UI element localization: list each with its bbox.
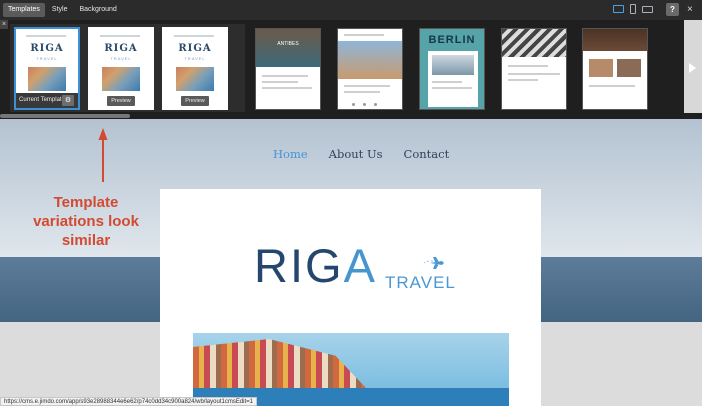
template-title: BERLIN [428, 34, 476, 46]
mobile-landscape-icon[interactable] [642, 5, 653, 13]
template-line [589, 85, 635, 87]
template-line [262, 75, 308, 77]
annotation-line: similar [61, 232, 111, 249]
template-line [508, 73, 560, 75]
logo-subtitle: TRAVEL [385, 273, 456, 292]
berlin-card [428, 51, 478, 107]
template-photo [432, 55, 474, 75]
preview-button[interactable]: Preview [181, 96, 209, 106]
template-line [262, 87, 312, 89]
device-switcher [613, 4, 653, 14]
preview-button[interactable]: Preview [107, 96, 135, 106]
help-button[interactable]: ? [666, 3, 679, 16]
close-strip-button[interactable]: × [0, 20, 8, 29]
mini-logo-sub: TRAVEL [36, 56, 58, 61]
variation-current[interactable]: RIGA TRAVEL Current Template ⚙ [14, 27, 80, 110]
airplane-icon [424, 257, 444, 269]
template-line [508, 65, 548, 67]
mini-photo [176, 67, 214, 91]
template-photo [256, 29, 320, 67]
tab-background[interactable]: Background [74, 3, 121, 17]
status-url: https://cms.e.jimdo.com/app/s93e28988344… [0, 397, 258, 406]
template-thumb-antibes[interactable]: ANTIBES [255, 28, 321, 110]
annotation-arrow [98, 128, 108, 182]
gear-icon[interactable]: ⚙ [62, 95, 74, 106]
tab-templates[interactable]: Templates [3, 3, 45, 17]
mini-nav [26, 35, 66, 37]
carousel-dot[interactable] [363, 103, 366, 106]
carousel-dot[interactable] [374, 103, 377, 106]
template-line [262, 81, 298, 83]
variation-2[interactable]: RIGA TRAVEL Preview [88, 27, 154, 110]
template-photo [583, 29, 647, 51]
chevron-right-icon [689, 63, 696, 73]
current-template-label: Current Template ⚙ [16, 93, 78, 108]
template-photo [589, 59, 613, 77]
template-line [344, 34, 384, 36]
mini-photo [102, 67, 140, 91]
annotation-text: Template variations look similar [32, 193, 140, 250]
template-photo [617, 59, 641, 77]
template-line [344, 85, 390, 87]
tab-style[interactable]: Style [47, 3, 73, 17]
mini-logo: RIGA [178, 43, 212, 54]
template-variations: RIGA TRAVEL Current Template ⚙ RIGA TRAV… [10, 24, 245, 112]
close-editor-button[interactable]: × [687, 3, 693, 16]
logo-text-accent: A [343, 239, 377, 292]
scrollbar-thumb[interactable] [0, 114, 130, 118]
template-thumb-2[interactable] [337, 28, 403, 110]
mini-logo-sub: TRAVEL [184, 56, 206, 61]
template-line [344, 91, 380, 93]
carousel-dot[interactable] [352, 103, 355, 106]
site-navigation: Home About Us Contact [273, 147, 449, 161]
site-logo[interactable]: RIGA [254, 242, 377, 289]
template-photo [502, 29, 566, 57]
annotation-line: variations look [33, 213, 139, 230]
nav-about-link[interactable]: About Us [329, 147, 383, 161]
template-thumb-berlin[interactable]: BERLIN [419, 28, 485, 110]
tablet-icon[interactable] [630, 4, 636, 14]
next-templates-button[interactable] [684, 20, 702, 118]
logo-text-main: RIG [254, 239, 344, 292]
desktop-icon[interactable] [613, 5, 624, 13]
current-template-text: Current Template [19, 97, 65, 103]
berlin-background: BERLIN [420, 29, 484, 109]
mini-photo [28, 67, 66, 91]
template-photo [338, 41, 402, 79]
annotation-line: Template [53, 194, 119, 211]
template-line [508, 79, 538, 81]
template-line [432, 87, 472, 89]
carousel-dots [352, 103, 377, 106]
template-strip: × RIGA TRAVEL Current Template ⚙ RIGA TR… [0, 20, 702, 118]
editor-toolbar: Templates Style Background ? × [0, 0, 702, 20]
template-thumb-5[interactable] [582, 28, 648, 110]
mini-logo: RIGA [104, 43, 138, 54]
nav-contact-link[interactable]: Contact [404, 147, 450, 161]
design-tabs: Templates Style Background [3, 3, 122, 17]
mini-logo: RIGA [30, 43, 64, 54]
template-title: ANTIBES [277, 41, 299, 47]
template-thumb-4[interactable] [501, 28, 567, 110]
template-line [432, 81, 462, 83]
hero-photo [193, 333, 509, 406]
variation-3[interactable]: RIGA TRAVEL Preview [162, 27, 228, 110]
mini-nav [174, 35, 214, 37]
mini-nav [100, 35, 140, 37]
mini-logo-sub: TRAVEL [110, 56, 132, 61]
nav-home-link[interactable]: Home [273, 147, 308, 161]
